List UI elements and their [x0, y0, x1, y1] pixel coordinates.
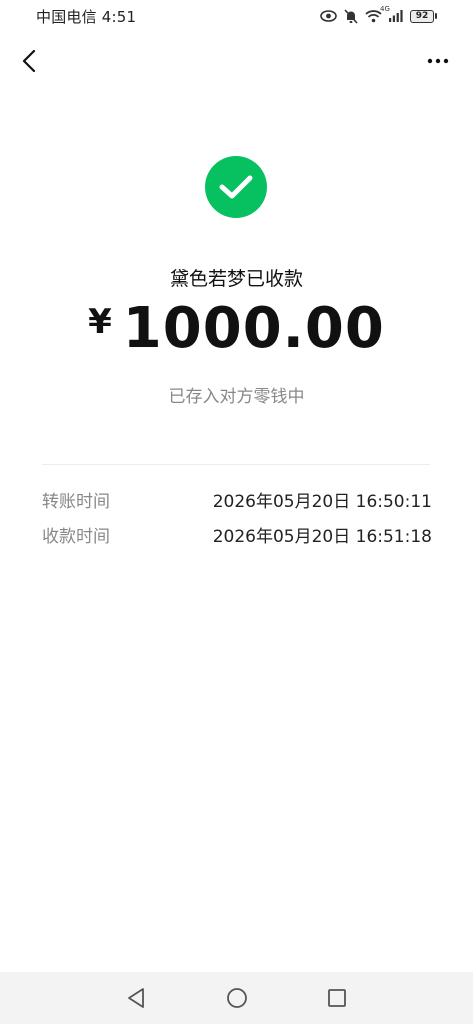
battery-cap	[435, 13, 437, 19]
receive-time-label: 收款时间	[42, 526, 110, 547]
transfer-time-row: 转账时间 2026年05月20日 16:50:11	[42, 486, 432, 512]
chevron-left-icon	[22, 50, 36, 72]
more-dots-icon	[427, 58, 449, 64]
amount: ¥1000.00	[0, 296, 473, 361]
check-circle-icon	[205, 156, 267, 218]
amount-value: 1000.00	[122, 296, 385, 361]
eye-icon	[320, 10, 337, 22]
receive-time-value: 2026年05月20日 16:51:18	[212, 526, 432, 547]
carrier-name: 中国电信	[36, 7, 97, 26]
triangle-back-icon	[128, 988, 144, 1008]
transfer-time-value: 2026年05月20日 16:50:11	[212, 491, 432, 512]
battery-level: 92	[410, 9, 434, 23]
battery-icon: 92	[410, 9, 437, 23]
more-button[interactable]	[423, 46, 453, 76]
receive-time-row: 收款时间 2026年05月20日 16:51:18	[42, 521, 432, 547]
system-back-button[interactable]	[124, 986, 148, 1010]
back-button[interactable]	[14, 46, 44, 76]
divider	[42, 464, 430, 465]
system-recents-button[interactable]	[325, 986, 349, 1010]
transfer-time-label: 转账时间	[42, 491, 110, 512]
nav-bar	[0, 40, 473, 82]
square-recents-icon	[328, 989, 346, 1007]
receipt-title: 黛色若梦已收款	[169, 268, 303, 290]
network-type: 4G	[380, 5, 390, 13]
status-icons: 4G 92	[320, 5, 437, 24]
system-home-button[interactable]	[225, 986, 249, 1010]
status-carrier-time: 中国电信 4:51	[36, 6, 136, 27]
status-bar: 中国电信 4:51 4G 92	[0, 0, 473, 32]
screen: 中国电信 4:51 4G 92 黛色若梦已收款 ¥ 1000.00 已存入对方零…	[0, 0, 473, 1024]
system-nav-bar	[0, 972, 473, 1024]
currency-symbol: ¥	[88, 302, 113, 342]
clock-time: 4:51	[101, 7, 137, 26]
mute-bell-icon	[344, 8, 358, 24]
deposit-note: 已存入对方零钱中	[168, 387, 305, 407]
circle-home-icon	[227, 988, 247, 1008]
signal-icon: 4G	[380, 5, 403, 22]
